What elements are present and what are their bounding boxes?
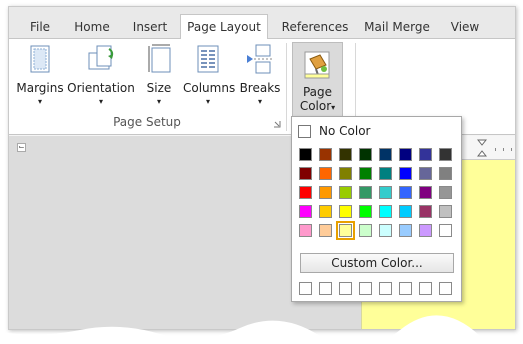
color-swatch[interactable] bbox=[399, 148, 412, 161]
group-separator bbox=[286, 43, 287, 131]
color-swatch[interactable] bbox=[419, 186, 432, 199]
color-swatch[interactable] bbox=[299, 186, 312, 199]
margins-label: Margins bbox=[16, 81, 64, 95]
ribbon-tab-bar: File Home Insert Page Layout References … bbox=[9, 7, 515, 39]
breaks-button[interactable]: Breaks ▾ bbox=[237, 43, 283, 115]
page-break-icon bbox=[247, 44, 274, 74]
color-swatch[interactable] bbox=[379, 148, 392, 161]
recent-color-swatch[interactable] bbox=[399, 282, 412, 295]
tab-mail-merge[interactable]: Mail Merge bbox=[361, 15, 433, 39]
color-swatch[interactable] bbox=[359, 148, 372, 161]
color-swatch[interactable] bbox=[359, 224, 372, 237]
color-swatch[interactable] bbox=[339, 167, 352, 180]
color-swatch[interactable] bbox=[299, 205, 312, 218]
paint-bucket-icon bbox=[304, 51, 329, 79]
color-swatch[interactable] bbox=[419, 224, 432, 237]
color-swatch[interactable] bbox=[319, 186, 332, 199]
color-swatch[interactable] bbox=[439, 224, 452, 237]
color-swatch[interactable] bbox=[339, 186, 352, 199]
recent-color-swatch[interactable] bbox=[339, 282, 352, 295]
size-button[interactable]: Size ▾ bbox=[139, 43, 179, 115]
page-size-icon bbox=[148, 44, 171, 73]
color-swatch[interactable] bbox=[319, 205, 332, 218]
ruler-tick bbox=[495, 148, 496, 151]
color-swatch[interactable] bbox=[379, 167, 392, 180]
color-swatch[interactable] bbox=[359, 167, 372, 180]
torn-edge-decoration bbox=[0, 315, 523, 344]
no-color-option[interactable]: No Color bbox=[298, 123, 370, 139]
size-label: Size bbox=[146, 81, 172, 95]
color-swatch[interactable] bbox=[339, 148, 352, 161]
recent-color-swatch[interactable] bbox=[439, 282, 452, 295]
breaks-label: Breaks bbox=[239, 81, 281, 95]
recent-color-swatch[interactable] bbox=[319, 282, 332, 295]
color-swatch[interactable] bbox=[336, 221, 355, 240]
recent-color-swatch[interactable] bbox=[379, 282, 392, 295]
tab-stop-selector[interactable]: ⌙ bbox=[17, 143, 26, 152]
color-swatch[interactable] bbox=[439, 148, 452, 161]
tab-references[interactable]: References bbox=[275, 15, 355, 39]
color-swatch[interactable] bbox=[419, 148, 432, 161]
color-swatch[interactable] bbox=[299, 148, 312, 161]
page-color-label-row: Color▾ bbox=[293, 99, 342, 115]
margins-icon bbox=[30, 45, 50, 73]
tab-page-layout[interactable]: Page Layout bbox=[180, 14, 268, 39]
color-swatch[interactable] bbox=[439, 167, 452, 180]
no-color-label: No Color bbox=[319, 124, 371, 138]
color-swatch[interactable] bbox=[419, 205, 432, 218]
chevron-down-icon: ▾ bbox=[257, 97, 262, 106]
ruler-tick bbox=[503, 148, 504, 151]
dialog-launcher-icon[interactable] bbox=[273, 120, 281, 128]
color-swatch[interactable] bbox=[359, 186, 372, 199]
margins-button[interactable]: Margins ▾ bbox=[13, 43, 67, 115]
color-swatch[interactable] bbox=[379, 186, 392, 199]
columns-label: Columns bbox=[183, 81, 236, 95]
color-swatch[interactable] bbox=[399, 186, 412, 199]
color-swatch[interactable] bbox=[319, 167, 332, 180]
chevron-down-icon: ▾ bbox=[37, 97, 42, 106]
page-setup-group-label: Page Setup bbox=[113, 115, 181, 129]
color-swatch[interactable] bbox=[439, 205, 452, 218]
color-swatch[interactable] bbox=[399, 205, 412, 218]
tab-file[interactable]: File bbox=[23, 15, 57, 39]
custom-color-button[interactable]: Custom Color... bbox=[300, 253, 454, 273]
chevron-down-icon: ▾ bbox=[156, 97, 161, 106]
columns-icon bbox=[197, 45, 219, 73]
tab-insert[interactable]: Insert bbox=[125, 15, 175, 39]
color-swatch[interactable] bbox=[399, 167, 412, 180]
chevron-down-icon: ▾ bbox=[205, 97, 210, 106]
page-color-label-line1: Page bbox=[302, 85, 333, 99]
indent-marker-icon[interactable] bbox=[477, 139, 487, 157]
color-swatch[interactable] bbox=[439, 186, 452, 199]
no-color-checkbox[interactable] bbox=[298, 125, 311, 138]
color-swatch[interactable] bbox=[299, 224, 312, 237]
recent-color-swatch[interactable] bbox=[299, 282, 312, 295]
color-swatch[interactable] bbox=[419, 167, 432, 180]
color-swatch[interactable] bbox=[319, 224, 332, 237]
tab-view[interactable]: View bbox=[445, 15, 485, 39]
color-swatch[interactable] bbox=[339, 205, 352, 218]
color-swatch[interactable] bbox=[399, 224, 412, 237]
page-color-button[interactable]: Page Color▾ bbox=[292, 42, 343, 118]
chevron-down-icon: ▾ bbox=[331, 103, 336, 112]
ruler-tick bbox=[511, 148, 512, 151]
recent-color-swatch[interactable] bbox=[419, 282, 432, 295]
tab-home[interactable]: Home bbox=[67, 15, 117, 39]
columns-button[interactable]: Columns ▾ bbox=[183, 43, 236, 115]
color-swatch[interactable] bbox=[299, 167, 312, 180]
orientation-button[interactable]: Orientation ▾ bbox=[67, 43, 135, 115]
color-swatch[interactable] bbox=[379, 205, 392, 218]
horizontal-ruler[interactable] bbox=[461, 136, 515, 160]
page-color-dropdown: No Color Custom Color... bbox=[291, 116, 462, 302]
page-color-label-line2: Color bbox=[299, 99, 332, 113]
orientation-label: Orientation bbox=[67, 81, 135, 95]
orientation-icon bbox=[88, 45, 114, 70]
color-swatch[interactable] bbox=[319, 148, 332, 161]
recent-color-swatch[interactable] bbox=[359, 282, 372, 295]
chevron-down-icon: ▾ bbox=[98, 97, 103, 106]
color-swatch[interactable] bbox=[379, 224, 392, 237]
color-swatch[interactable] bbox=[359, 205, 372, 218]
